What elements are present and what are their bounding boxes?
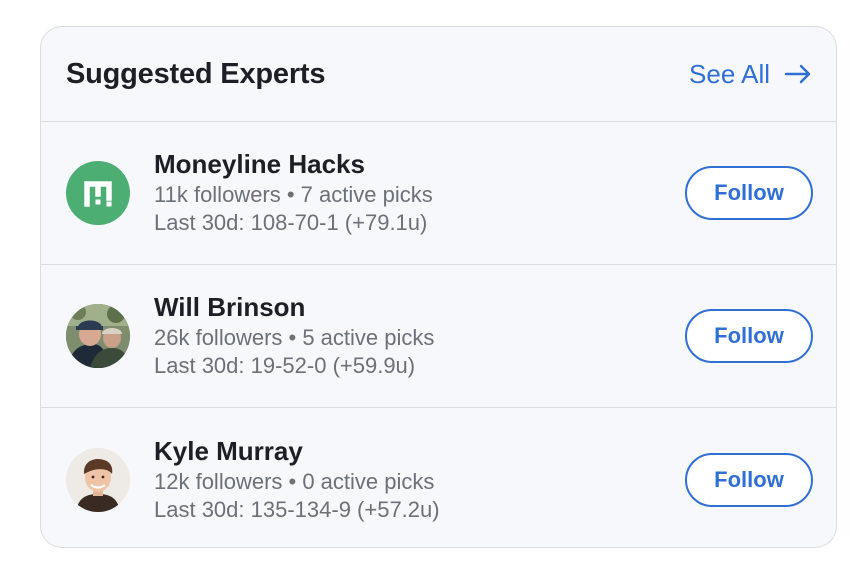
- expert-info: Kyle Murray 12k followers • 0 active pic…: [154, 436, 685, 524]
- arrow-right-icon: [784, 64, 812, 84]
- avatar: [66, 447, 130, 512]
- expert-row-moneyline-hacks[interactable]: Moneyline Hacks 11k followers • 7 active…: [41, 122, 836, 265]
- expert-info: Moneyline Hacks 11k followers • 7 active…: [154, 149, 685, 237]
- expert-info: Will Brinson 26k followers • 5 active pi…: [154, 292, 685, 380]
- see-all-label: See All: [689, 58, 770, 89]
- card-header: Suggested Experts See All: [41, 27, 836, 122]
- expert-name[interactable]: Will Brinson: [154, 292, 685, 322]
- expert-followers: 26k followers • 5 active picks: [154, 325, 435, 350]
- card-title: Suggested Experts: [66, 57, 326, 90]
- follow-button[interactable]: Follow: [685, 309, 813, 363]
- moneyline-logo-icon: [66, 161, 130, 225]
- expert-record: Last 30d: 108-70-1 (+79.1u): [154, 210, 428, 235]
- expert-row-kyle-murray[interactable]: Kyle Murray 12k followers • 0 active pic…: [41, 408, 836, 547]
- expert-record: Last 30d: 19-52-0 (+59.9u): [154, 353, 416, 378]
- expert-followers: 11k followers • 7 active picks: [154, 182, 433, 207]
- follow-button[interactable]: Follow: [685, 452, 813, 507]
- see-all-link[interactable]: See All: [689, 59, 812, 90]
- expert-name[interactable]: Moneyline Hacks: [154, 149, 685, 179]
- expert-name[interactable]: Kyle Murray: [154, 436, 685, 466]
- suggested-experts-card: Suggested Experts See All Moneyline Hack…: [40, 26, 837, 548]
- avatar: [66, 304, 130, 368]
- expert-record: Last 30d: 135-134-9 (+57.2u): [154, 496, 440, 522]
- expert-row-will-brinson[interactable]: Will Brinson 26k followers • 5 active pi…: [41, 265, 836, 408]
- expert-followers: 12k followers • 0 active picks: [154, 468, 435, 494]
- follow-button[interactable]: Follow: [685, 166, 813, 220]
